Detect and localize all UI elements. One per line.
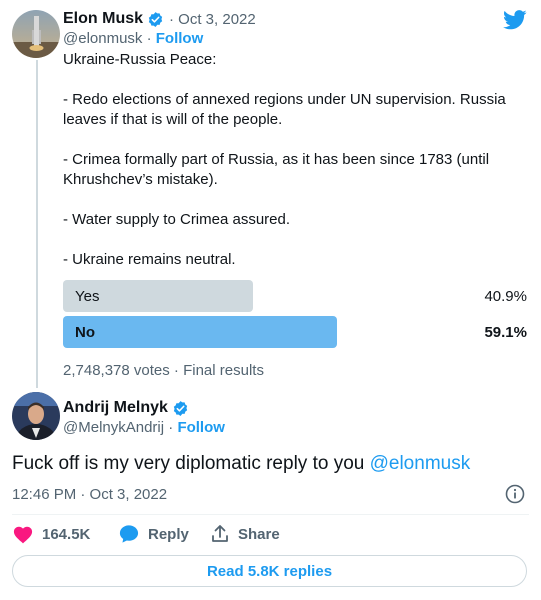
tweet-date[interactable]: · Oct 3, 2022 xyxy=(169,11,256,28)
twitter-bird-icon[interactable] xyxy=(503,10,527,30)
poll-votes-summary: 2,748,378 votes · Final results xyxy=(63,362,264,379)
share-label: Share xyxy=(238,525,280,543)
author-name[interactable]: Andrij Melnyk xyxy=(63,399,168,417)
read-replies-button[interactable]: Read 5.8K replies xyxy=(12,555,527,587)
like-count: 164.5K xyxy=(42,525,91,543)
poll-option-no: No 59.1% xyxy=(63,316,527,348)
reply-tweet-header: Andrij Melnyk xyxy=(63,399,189,417)
reply-timestamp[interactable]: 12:46 PM · Oct 3, 2022 xyxy=(12,486,167,503)
divider xyxy=(12,514,529,515)
tweet-text-line xyxy=(63,130,523,150)
original-tweet-header: Elon Musk · Oct 3, 2022 xyxy=(63,10,256,28)
author-handle[interactable]: @elonmusk · xyxy=(63,30,152,47)
poll-option-percent: 40.9% xyxy=(484,288,527,305)
thread-connector-line xyxy=(36,60,38,388)
tweet-text-line xyxy=(63,230,523,250)
author-handle[interactable]: @MelnykAndrij · xyxy=(63,419,173,436)
share-button[interactable]: Share xyxy=(210,524,280,544)
verified-badge-icon xyxy=(148,11,163,27)
elon-musk-avatar[interactable] xyxy=(12,10,60,58)
author-name[interactable]: Elon Musk xyxy=(63,10,143,28)
tweet-text-line: - Crimea formally part of Russia, as it … xyxy=(63,151,490,188)
tweet-text-line xyxy=(63,190,523,210)
follow-button[interactable]: Follow xyxy=(156,30,204,47)
heart-icon xyxy=(13,526,33,544)
tweet-text-line xyxy=(63,70,523,90)
verified-badge-icon xyxy=(173,400,188,416)
info-icon[interactable] xyxy=(505,484,525,504)
reply-text-body: Fuck off is my very diplomatic reply to … xyxy=(12,453,370,474)
reply-label: Reply xyxy=(148,525,189,543)
like-button[interactable]: 164.5K xyxy=(12,524,90,544)
poll-bar xyxy=(63,316,337,348)
tweet-text-line: - Water supply to Crimea assured. xyxy=(63,211,291,228)
poll-option-label: No xyxy=(75,324,95,341)
reply-tweet-text: Fuck off is my very diplomatic reply to … xyxy=(12,453,470,475)
original-handle-row: @elonmusk · Follow xyxy=(63,30,203,47)
reply-button[interactable]: Reply xyxy=(118,524,189,544)
reply-bubble-icon xyxy=(119,525,139,543)
mention-link[interactable]: @elonmusk xyxy=(370,453,471,474)
follow-button[interactable]: Follow xyxy=(177,419,225,436)
poll-option-label: Yes xyxy=(75,288,100,305)
tweet-text-line: - Redo elections of annexed regions unde… xyxy=(63,91,506,128)
tweet-text-line: Ukraine-Russia Peace: xyxy=(63,51,217,68)
original-tweet-text: Ukraine-Russia Peace: - Redo elections o… xyxy=(63,50,523,270)
share-icon xyxy=(212,525,228,542)
tweet-text-line: - Ukraine remains neutral. xyxy=(63,251,236,268)
andrij-melnyk-avatar[interactable] xyxy=(12,392,60,440)
reply-handle-row: @MelnykAndrij · Follow xyxy=(63,419,225,436)
poll-option-percent: 59.1% xyxy=(484,324,527,341)
poll-option-yes: Yes 40.9% xyxy=(63,280,527,312)
